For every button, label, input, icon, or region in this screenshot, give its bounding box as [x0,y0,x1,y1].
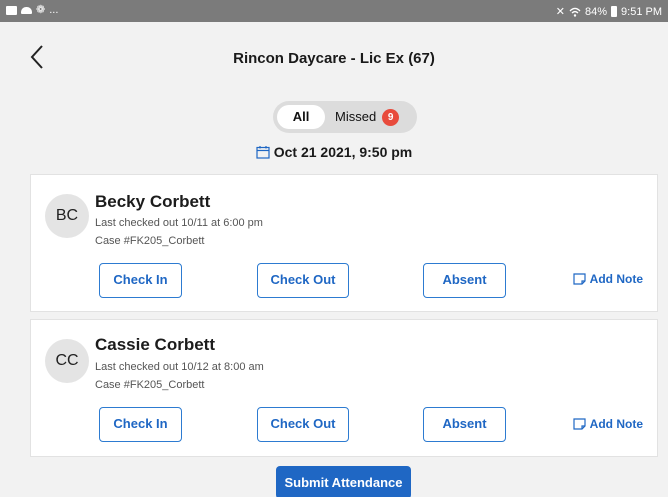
case-number: Case #FK205_Corbett [95,379,205,391]
case-number: Case #FK205_Corbett [95,235,205,247]
battery-percent: 84% [585,5,608,18]
battery-icon [611,6,618,17]
calendar-icon [256,146,270,159]
page-title: Rincon Daycare - Lic Ex (67) [233,50,435,67]
avatar: BC [45,194,89,238]
app-bar: Rincon Daycare - Lic Ex (67) [0,22,668,92]
add-note-label: Add Note [589,272,643,286]
date-label: Oct 21 2021, 9:50 pm [273,144,413,160]
check-in-button[interactable]: Check In [99,263,182,298]
last-checked-text: Last checked out 10/12 at 8:00 am [95,361,264,373]
filter-segmented-control: All Missed 9 [273,101,417,133]
absent-button[interactable]: Absent [423,407,506,442]
missed-count-badge: 9 [382,108,400,126]
status-bar: ❁ ... ✕ 84% 9:51 PM [0,0,668,22]
filter-missed-label: Missed [335,109,377,124]
status-time: 9:51 PM [621,5,662,18]
image-icon [6,5,17,15]
date-selector[interactable]: Oct 21 2021, 9:50 pm [0,144,668,160]
wifi-icon [569,7,581,17]
fan-icon: ❁ [36,3,46,16]
submit-attendance-button[interactable]: Submit Attendance [276,466,411,497]
add-note-button[interactable]: Add Note [573,272,643,286]
status-more: ... [49,4,59,16]
add-note-label: Add Note [589,417,643,431]
child-name: Cassie Corbett [95,335,215,354]
child-card: CC Cassie Corbett Last checked out 10/12… [30,319,658,457]
mute-icon: ✕ [555,6,565,18]
status-left: ❁ ... [6,4,58,16]
add-note-button[interactable]: Add Note [573,417,643,431]
note-icon [573,418,586,430]
note-icon [573,273,586,285]
check-in-button[interactable]: Check In [99,407,182,442]
child-name: Becky Corbett [95,192,211,211]
filter-missed-tab[interactable]: Missed 9 [335,105,400,129]
child-card: BC Becky Corbett Last checked out 10/11 … [30,174,658,312]
status-right: ✕ 84% 9:51 PM [555,5,662,19]
check-out-button[interactable]: Check Out [257,263,349,298]
check-out-button[interactable]: Check Out [257,407,349,442]
absent-button[interactable]: Absent [423,263,506,298]
cloud-icon [21,6,32,14]
avatar: CC [45,339,89,383]
filter-all-tab[interactable]: All [277,105,325,129]
last-checked-text: Last checked out 10/11 at 6:00 pm [95,217,263,229]
